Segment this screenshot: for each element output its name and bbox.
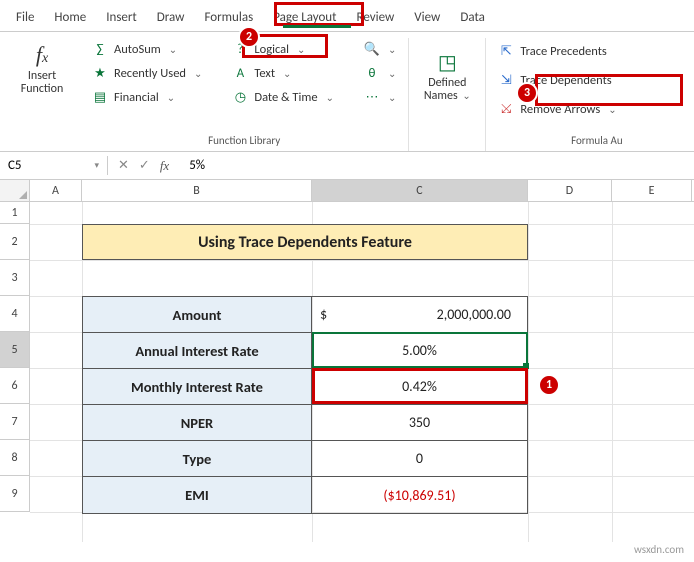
chevron-down-icon: ⌄ (388, 67, 396, 80)
chevron-down-icon: ⌄ (388, 43, 396, 56)
table-row: NPER 350 (83, 405, 527, 441)
group-label-audit: Formula Au (571, 134, 623, 147)
chevron-down-icon: ▾ (94, 160, 99, 171)
row-header-4[interactable]: 4 (0, 296, 30, 332)
chevron-down-icon: ⌄ (462, 89, 470, 102)
group-insert-function: fx Insert Function (4, 38, 80, 151)
cell-label-annual[interactable]: Annual Interest Rate (83, 333, 312, 368)
tab-file[interactable]: File (6, 4, 44, 31)
chevron-down-icon: ⌄ (326, 91, 334, 104)
watermark: wsxdn.com (634, 543, 684, 556)
cell-value-emi[interactable]: ($10,869.51) (312, 477, 527, 513)
row-header-5[interactable]: 5 (0, 332, 30, 368)
row-header-3[interactable]: 3 (0, 260, 30, 296)
precedents-icon: ⇱ (498, 43, 514, 59)
financial-icon: ▤ (92, 89, 108, 105)
text-icon: A (232, 65, 248, 81)
chevron-down-icon: ⌄ (169, 43, 177, 56)
cell-label-monthly[interactable]: Monthly Interest Rate (83, 369, 312, 404)
row-header-1[interactable]: 1 (0, 202, 30, 224)
theta-icon: θ (364, 65, 380, 81)
insert-function-button[interactable]: fx Insert Function (10, 38, 74, 100)
row-header-2[interactable]: 2 (0, 224, 30, 260)
chevron-down-icon: ⌄ (167, 91, 175, 104)
col-header-E[interactable]: E (612, 180, 692, 201)
defined-names-button[interactable]: ◳ Defined Names ⌄ (415, 46, 479, 107)
recent-icon: ★ (92, 65, 108, 81)
active-tab-underline (283, 25, 351, 28)
col-header-A[interactable]: A (30, 180, 82, 201)
col-header-C[interactable]: C (312, 180, 528, 201)
formula-bar-icons: ✕ ✓ fx (108, 158, 179, 174)
cell-label-amount[interactable]: Amount (83, 297, 312, 332)
more-icon: ⋯ (364, 89, 380, 105)
sigma-icon: ∑ (92, 41, 108, 57)
badge-2: 2 (238, 26, 260, 48)
lookup-icon: 🔍 (364, 41, 380, 57)
chevron-down-icon: ⌄ (283, 67, 291, 80)
col-header-B[interactable]: B (82, 180, 312, 201)
autosum-button[interactable]: ∑AutoSum⌄ (86, 38, 208, 60)
cell-label-type[interactable]: Type (83, 441, 312, 476)
fx-icon[interactable]: fx (160, 158, 169, 174)
callout-formulas-tab (274, 2, 364, 26)
formula-bar: C5▾ ✕ ✓ fx 5% (0, 152, 694, 180)
lookup-button[interactable]: 🔍⌄ (358, 38, 402, 60)
col-header-D[interactable]: D (528, 180, 612, 201)
row-header-8[interactable]: 8 (0, 440, 30, 476)
active-cell-marker (312, 332, 528, 368)
clock-icon: ◷ (232, 89, 248, 105)
group-label-library: Function Library (208, 134, 280, 147)
trace-precedents-button[interactable]: ⇱Trace Precedents (492, 40, 622, 62)
financial-button[interactable]: ▤Financial⌄ (86, 86, 208, 108)
cell-value-nper[interactable]: 350 (312, 405, 527, 440)
chevron-down-icon: ⌄ (194, 67, 202, 80)
tab-view[interactable]: View (404, 4, 450, 31)
cell-value-type[interactable]: 0 (312, 441, 527, 476)
insert-function-label: Insert Function (16, 70, 68, 96)
cell-label-emi[interactable]: EMI (83, 477, 312, 513)
remove-arrows-icon: ⤩ (498, 101, 514, 117)
tab-draw[interactable]: Draw (147, 4, 195, 31)
badge-1: 1 (538, 374, 560, 396)
badge-3: 3 (516, 82, 538, 104)
formula-input[interactable]: 5% (179, 156, 694, 175)
tab-insert[interactable]: Insert (96, 4, 147, 31)
datetime-button[interactable]: ◷Date & Time⌄ (226, 86, 340, 108)
chevron-down-icon: ⌄ (388, 91, 396, 104)
dependents-icon: ⇲ (498, 72, 514, 88)
data-table: Amount $2,000,000.00 Annual Interest Rat… (82, 296, 528, 514)
fx-icon: fx (36, 42, 48, 68)
more-button[interactable]: ⋯⌄ (358, 86, 402, 108)
table-row: Amount $2,000,000.00 (83, 297, 527, 333)
tab-home[interactable]: Home (44, 4, 96, 31)
column-headers: A B C D E (0, 180, 694, 202)
row-header-7[interactable]: 7 (0, 404, 30, 440)
cell-label-nper[interactable]: NPER (83, 405, 312, 440)
name-icon: ◳ (438, 50, 457, 75)
sheet-title[interactable]: Using Trace Dependents Feature (82, 224, 528, 260)
tab-data[interactable]: Data (450, 4, 495, 31)
table-row: EMI ($10,869.51) (83, 477, 527, 513)
row-header-9[interactable]: 9 (0, 476, 30, 512)
confirm-icon[interactable]: ✓ (139, 158, 150, 173)
recently-used-button[interactable]: ★Recently Used⌄ (86, 62, 208, 84)
cancel-icon[interactable]: ✕ (118, 158, 129, 173)
group-defined-names: ◳ Defined Names ⌄ (409, 38, 486, 151)
text-button[interactable]: AText⌄ (226, 62, 340, 84)
math-button[interactable]: θ⌄ (358, 62, 402, 84)
row-header-6[interactable]: 6 (0, 368, 30, 404)
cell-value-amount[interactable]: $2,000,000.00 (312, 297, 527, 332)
row-headers: 1 2 3 4 5 6 7 8 9 (0, 202, 30, 542)
table-row: Type 0 (83, 441, 527, 477)
name-box[interactable]: C5▾ (0, 156, 108, 175)
callout-trace-dependents (535, 74, 683, 106)
select-all-button[interactable] (0, 180, 30, 201)
callout-cell-c5 (312, 368, 528, 404)
